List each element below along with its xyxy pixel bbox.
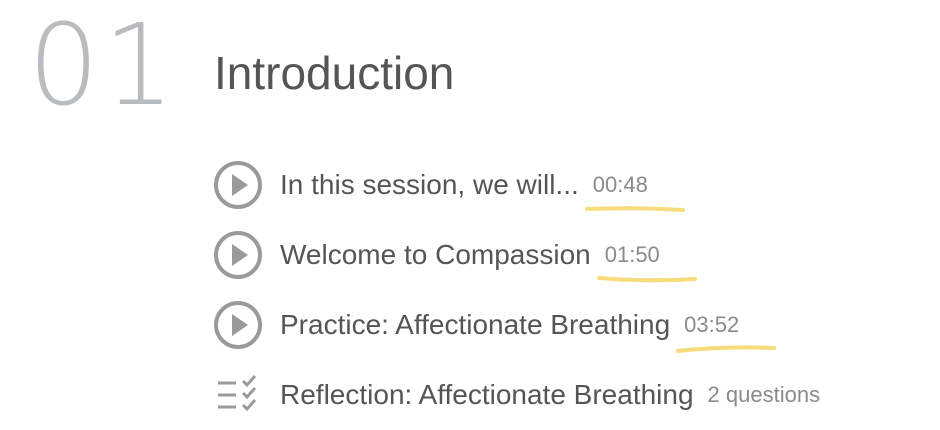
lesson-title: Reflection: Affectionate Breathing <box>280 379 694 410</box>
highlight-underline <box>676 345 777 353</box>
lesson-duration: 00:48 <box>584 172 685 212</box>
lesson-list: In this session, we will... 00:48 Welcom… <box>212 150 932 430</box>
lesson-question-count: 2 questions <box>707 382 821 407</box>
play-circle-icon <box>212 159 264 211</box>
section-number: 01 <box>28 1 179 131</box>
highlight-underline <box>596 276 697 283</box>
lesson-item[interactable]: Reflection: Affectionate Breathing 2 que… <box>212 360 932 430</box>
lesson-duration: 01:50 <box>596 242 697 283</box>
lesson-title: Welcome to Compassion <box>280 239 591 270</box>
lesson-title: Practice: Affectionate Breathing <box>280 309 671 340</box>
lesson-item[interactable]: In this session, we will... 00:48 <box>212 150 932 220</box>
section-title: Introduction <box>214 47 455 99</box>
checklist-icon <box>212 369 264 421</box>
lesson-duration: 03:52 <box>676 312 777 353</box>
lesson-item[interactable]: Practice: Affectionate Breathing 03:52 <box>212 290 932 360</box>
play-circle-icon <box>212 229 264 281</box>
lesson-title: In this session, we will... <box>280 169 579 200</box>
lesson-item[interactable]: Welcome to Compassion 01:50 <box>212 220 932 290</box>
highlight-underline <box>584 206 685 212</box>
play-circle-icon <box>212 299 264 351</box>
